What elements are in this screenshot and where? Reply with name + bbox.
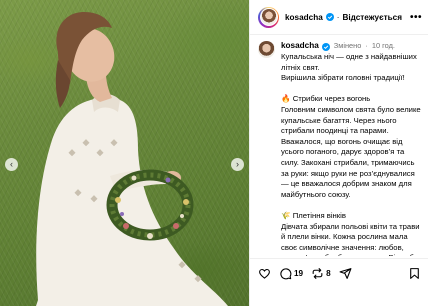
edited-label: Змінено	[333, 41, 362, 51]
repost-icon	[312, 268, 323, 279]
share-button[interactable]	[339, 267, 352, 280]
action-bar: 19 8	[250, 258, 428, 288]
following-button[interactable]: Відстежується	[342, 13, 402, 22]
more-options-icon[interactable]: •••	[410, 12, 422, 23]
post-photo[interactable]: ‹ ›	[0, 0, 249, 306]
photo-scene	[36, 12, 228, 306]
comment-icon	[280, 268, 292, 280]
caption-paragraph-intro: Купальська ніч — одне з найдавніших літн…	[281, 52, 417, 83]
save-button[interactable]	[408, 267, 421, 280]
caption-username[interactable]: kosadcha	[281, 41, 319, 52]
post-header: kosadcha · Відстежується •••	[250, 0, 428, 35]
separator-dot: ·	[336, 12, 340, 22]
heart-icon	[259, 268, 270, 279]
chevron-right-icon[interactable]: ›	[231, 158, 244, 171]
chevron-left-icon[interactable]: ‹	[5, 158, 18, 171]
post-time[interactable]: 10 год.	[372, 41, 395, 52]
verified-badge-icon	[321, 42, 330, 51]
caption-paragraph-fire: 🔥 Стрибки через вогонь Головним символом…	[281, 94, 421, 199]
post-side-panel: kosadcha · Відстежується ••• kosadcha Зм…	[249, 0, 428, 306]
caption-paragraph-wreaths: 🌾 Плетіння вінків Дівчата збирали польов…	[281, 210, 422, 256]
share-icon	[339, 268, 352, 279]
repost-button[interactable]: 8	[311, 267, 331, 280]
separator-dot: ·	[365, 41, 368, 51]
caption: kosadcha Змінено · 10 год. Купальська ні…	[250, 35, 428, 256]
caption-avatar[interactable]	[258, 41, 275, 58]
reposts-count: 8	[326, 269, 331, 278]
comments-count: 19	[294, 269, 304, 278]
verified-badge-icon	[325, 13, 334, 21]
comment-button[interactable]: 19	[279, 267, 303, 280]
bookmark-icon	[410, 268, 419, 279]
avatar[interactable]	[258, 6, 279, 28]
like-button[interactable]	[258, 267, 271, 280]
header-username[interactable]: kosadcha	[285, 13, 323, 22]
